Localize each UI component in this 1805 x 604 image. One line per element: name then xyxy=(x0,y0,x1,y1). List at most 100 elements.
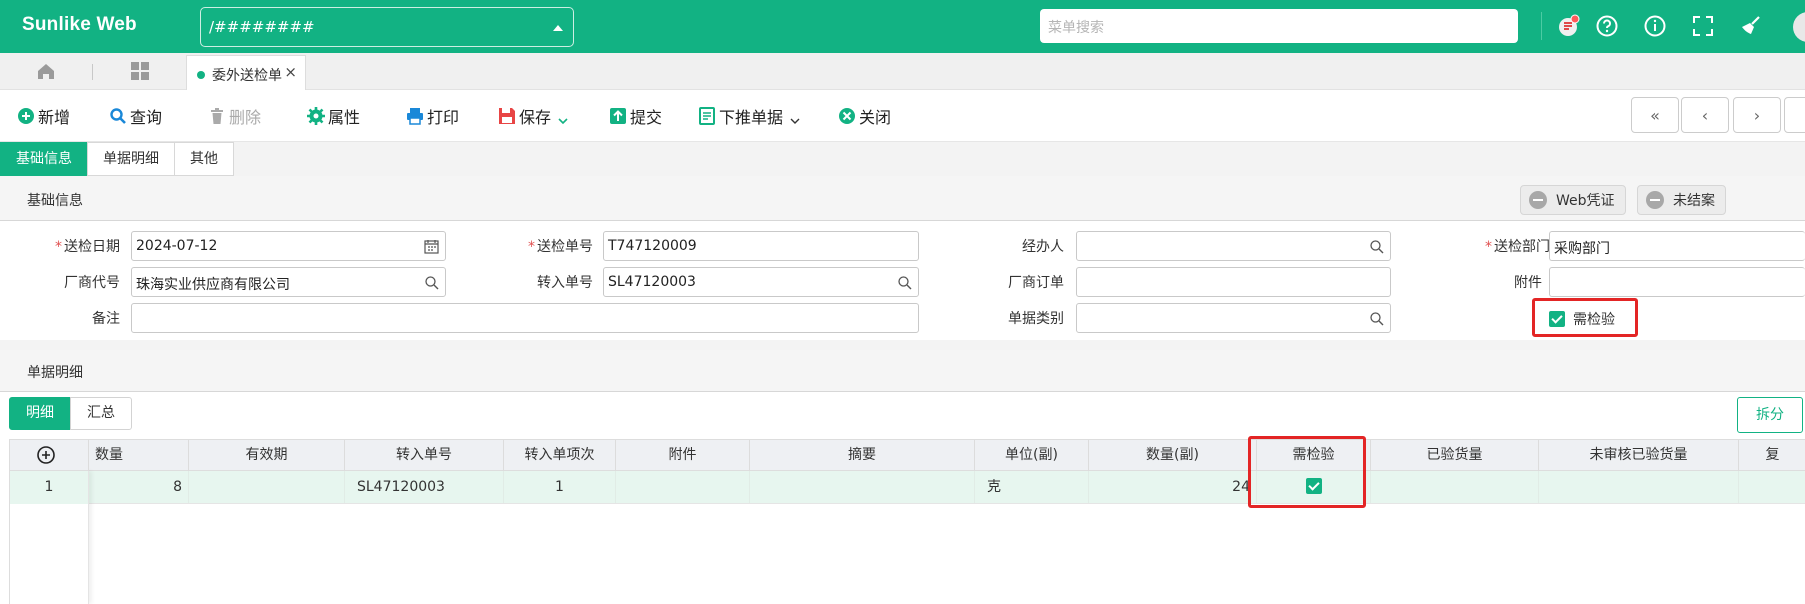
basic-info-title: 基础信息 xyxy=(27,193,83,209)
inspection-no-input[interactable]: T747120009 xyxy=(603,231,919,261)
tab-other[interactable]: 其他 xyxy=(174,142,234,176)
web-voucher-button[interactable]: Web凭证 xyxy=(1520,185,1626,215)
grid-icon[interactable] xyxy=(130,61,150,81)
attachment-label: 附件 xyxy=(1514,275,1542,291)
toolbar: 新增 查询 删除 属性 打印 保存 提交 下推单据 关闭 xyxy=(0,90,1805,142)
need-inspect-checkbox[interactable]: 需检验 xyxy=(1549,309,1615,329)
cell-transfer-no[interactable]: SL47120003 xyxy=(345,471,504,503)
grid-corner xyxy=(10,439,89,471)
cell-unit-secondary[interactable]: 克 xyxy=(975,471,1089,503)
first-record-button[interactable]: « xyxy=(1631,97,1679,133)
previous-record-button[interactable]: ‹ xyxy=(1681,97,1729,133)
col-transfer-no[interactable]: 转入单号 xyxy=(345,440,504,471)
need-inspect-label: 需检验 xyxy=(1573,312,1615,328)
chevron-down-icon[interactable] xyxy=(790,111,800,124)
transfer-no-label: 转入单号 xyxy=(537,275,593,291)
close-button[interactable]: 关闭 xyxy=(838,104,891,128)
print-button[interactable]: 打印 xyxy=(406,104,459,128)
save-button[interactable]: 保存 xyxy=(498,104,568,128)
path-select[interactable]: /######## xyxy=(200,7,574,47)
printer-icon xyxy=(406,107,424,125)
cell-qty[interactable]: 8 xyxy=(89,471,189,503)
col-qty-secondary[interactable]: 数量(副) xyxy=(1089,440,1257,471)
required-mark: * xyxy=(528,239,535,255)
vendor-value: 珠海实业供应商有限公司 xyxy=(136,277,290,293)
col-unreviewed-inspected-qty[interactable]: 未审核已验货量 xyxy=(1539,440,1739,471)
tab-document-details[interactable]: 单据明细 xyxy=(87,142,175,176)
row-number[interactable]: 1 xyxy=(10,471,88,504)
col-inspected-qty[interactable]: 已验货量 xyxy=(1371,440,1539,471)
trash-icon xyxy=(208,107,226,125)
tab-summary[interactable]: 汇总 xyxy=(70,397,132,430)
cell-transfer-item[interactable]: 1 xyxy=(504,471,616,503)
col-more[interactable]: 复 xyxy=(1739,440,1805,471)
fullscreen-icon[interactable] xyxy=(1691,14,1715,38)
vendor-order-input[interactable] xyxy=(1076,267,1391,297)
cell-expiry[interactable] xyxy=(189,471,345,503)
vendor-input[interactable]: 珠海实业供应商有限公司 xyxy=(131,267,446,297)
col-summary[interactable]: 摘要 xyxy=(750,440,975,471)
cell-summary[interactable] xyxy=(750,471,975,503)
doc-type-input[interactable] xyxy=(1076,303,1391,333)
avatar[interactable] xyxy=(1793,12,1805,42)
cell-attachment[interactable] xyxy=(616,471,750,503)
col-unit-secondary[interactable]: 单位(副) xyxy=(975,440,1089,471)
top-header: Sunlike Web /######## 菜单搜索 xyxy=(0,0,1805,53)
home-icon[interactable] xyxy=(36,61,56,81)
tab-basic-info[interactable]: 基础信息 xyxy=(0,142,88,176)
table-row[interactable]: 8 SL47120003 1 克 24 xyxy=(10,471,1805,504)
cell-more[interactable] xyxy=(1739,471,1805,503)
search-icon[interactable] xyxy=(424,275,439,290)
close-icon[interactable]: × xyxy=(284,63,297,81)
dept-label-text: 送检部门 xyxy=(1494,239,1550,255)
attachment-input[interactable] xyxy=(1549,267,1805,297)
search-icon[interactable] xyxy=(897,275,912,290)
new-button[interactable]: 新增 xyxy=(17,104,70,128)
save-button-label: 保存 xyxy=(519,108,552,127)
push-down-button[interactable]: 下推单据 xyxy=(698,104,800,128)
search-icon[interactable] xyxy=(1369,239,1384,254)
cell-qty-secondary[interactable]: 24 xyxy=(1089,471,1257,503)
active-dot-icon xyxy=(197,71,205,79)
cell-unreviewed-inspected-qty[interactable] xyxy=(1539,471,1739,503)
help-icon[interactable] xyxy=(1595,14,1619,38)
detail-grid: 数量 有效期 转入单号 转入单项次 附件 摘要 单位(副) 数量(副) 需检验 … xyxy=(9,436,1805,604)
upload-icon xyxy=(609,107,627,125)
inspection-date-value: 2024-07-12 xyxy=(136,238,218,254)
broom-icon[interactable] xyxy=(1739,14,1763,38)
properties-button[interactable]: 属性 xyxy=(307,104,360,128)
query-button[interactable]: 查询 xyxy=(109,104,162,128)
col-transfer-item[interactable]: 转入单项次 xyxy=(504,440,616,471)
calendar-icon[interactable] xyxy=(424,239,439,254)
col-expiry[interactable]: 有效期 xyxy=(189,440,345,471)
split-button[interactable]: 拆分 xyxy=(1737,397,1803,433)
inspection-no-label: * 送检单号 xyxy=(500,236,593,256)
web-voucher-label: Web凭证 xyxy=(1556,193,1615,209)
info-icon[interactable] xyxy=(1643,14,1667,38)
next-record-button[interactable]: › xyxy=(1733,97,1781,133)
cell-inspected-qty[interactable] xyxy=(1371,471,1539,503)
last-record-button[interactable] xyxy=(1784,97,1805,133)
submit-button[interactable]: 提交 xyxy=(609,104,662,128)
add-row-icon[interactable] xyxy=(36,445,56,465)
tab-detail[interactable]: 明细 xyxy=(9,397,71,430)
col-qty[interactable]: 数量 xyxy=(89,440,189,471)
menu-search-input[interactable]: 菜单搜索 xyxy=(1040,9,1518,43)
tab-document[interactable]: 委外送检单 × xyxy=(186,55,306,90)
delete-button[interactable]: 删除 xyxy=(208,104,261,128)
search-icon[interactable] xyxy=(1369,311,1384,326)
dept-input[interactable]: 采购部门 xyxy=(1549,231,1805,261)
required-mark: * xyxy=(55,239,62,255)
document-icon xyxy=(698,107,716,125)
notification-icon[interactable] xyxy=(1556,14,1580,38)
col-attachment[interactable]: 附件 xyxy=(616,440,750,471)
remark-label: 备注 xyxy=(92,311,120,327)
inspection-date-input[interactable]: 2024-07-12 xyxy=(131,231,446,261)
minus-circle-icon xyxy=(1646,191,1664,209)
required-mark: * xyxy=(1485,239,1492,255)
handler-input[interactable] xyxy=(1076,231,1391,261)
remark-input[interactable] xyxy=(131,303,919,333)
not-closed-button[interactable]: 未结案 xyxy=(1637,185,1726,215)
chevron-down-icon[interactable] xyxy=(558,111,568,125)
transfer-no-input[interactable]: SL47120003 xyxy=(603,267,919,297)
